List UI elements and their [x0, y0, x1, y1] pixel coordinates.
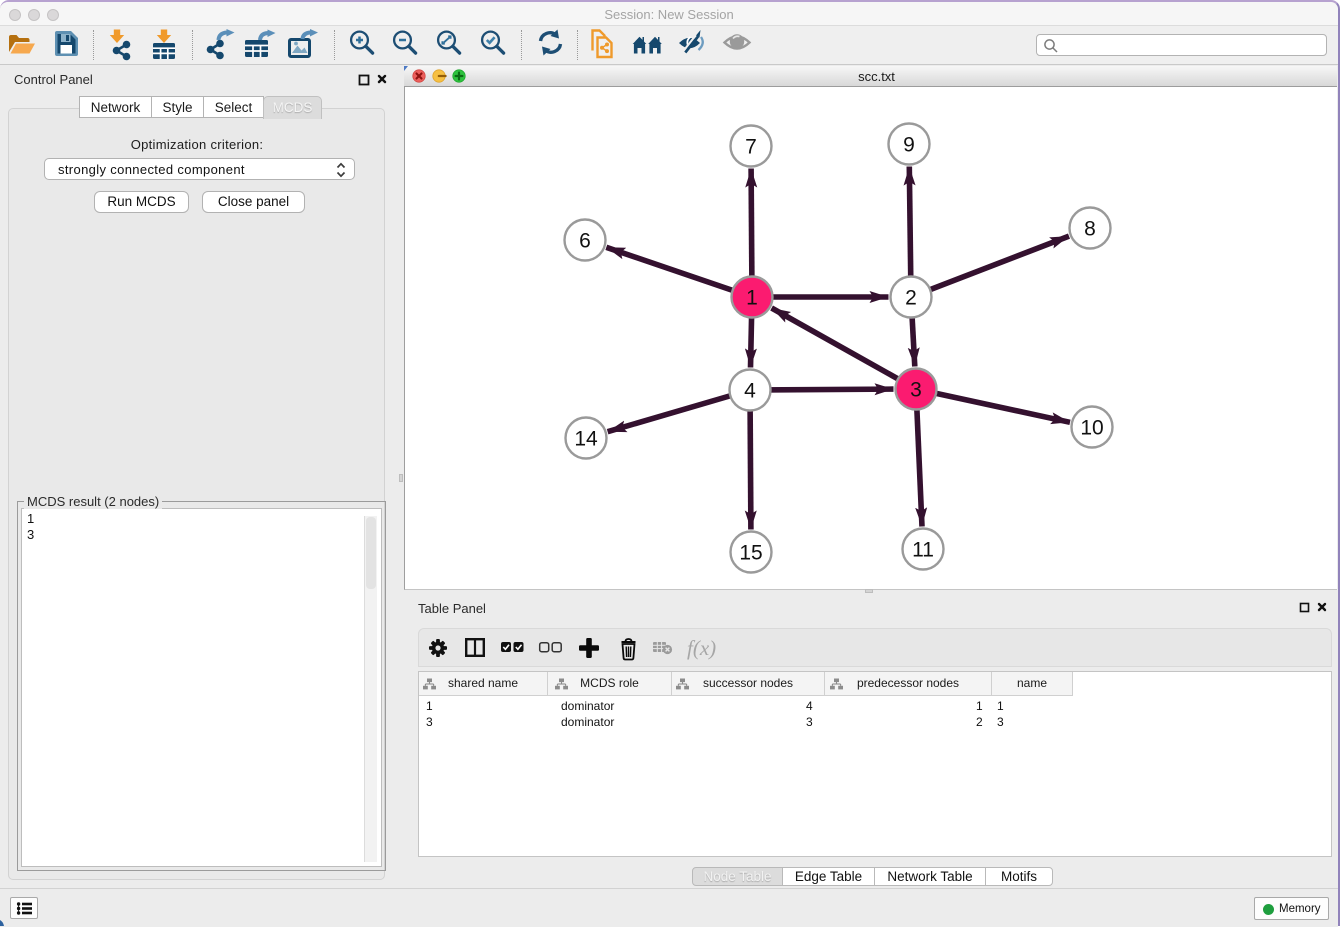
svg-text:8: 8 — [1084, 218, 1096, 241]
svg-text:1: 1 — [746, 287, 758, 310]
svg-text:7: 7 — [745, 136, 757, 159]
svg-text:4: 4 — [744, 380, 756, 403]
svg-text:f(x): f(x) — [687, 636, 716, 660]
svg-text:10: 10 — [1080, 417, 1103, 440]
svg-text:11: 11 — [912, 539, 934, 562]
svg-text:6: 6 — [579, 230, 591, 253]
svg-text:2: 2 — [905, 287, 917, 310]
svg-text:14: 14 — [574, 428, 598, 451]
svg-text:9: 9 — [903, 134, 915, 157]
svg-text:3: 3 — [910, 379, 922, 402]
svg-text:15: 15 — [739, 542, 762, 565]
